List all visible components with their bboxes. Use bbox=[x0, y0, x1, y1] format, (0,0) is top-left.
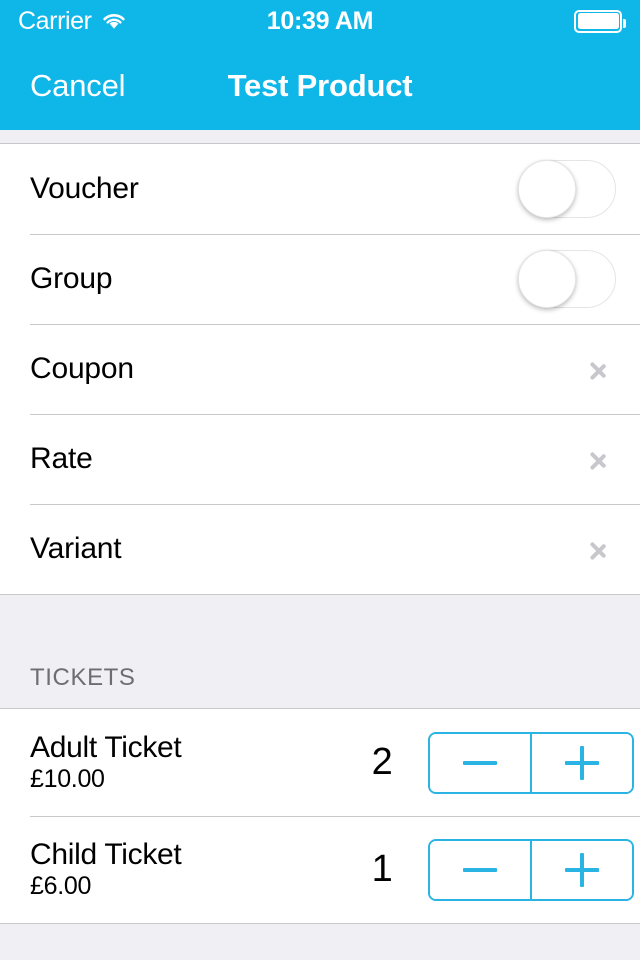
quantity-stepper[interactable] bbox=[428, 731, 634, 794]
decrement-button[interactable] bbox=[430, 840, 530, 899]
row-label-coupon: Coupon bbox=[30, 352, 134, 385]
status-bar-left: Carrier bbox=[18, 6, 127, 35]
ticket-price: £10.00 bbox=[30, 765, 105, 794]
battery-icon bbox=[574, 9, 626, 33]
navigation-bar: Cancel Test Product bbox=[0, 42, 640, 130]
minus-icon bbox=[463, 760, 497, 765]
minus-icon bbox=[463, 867, 497, 872]
ticket-price: £6.00 bbox=[30, 872, 92, 901]
voucher-toggle[interactable] bbox=[518, 160, 616, 218]
row-label-voucher: Voucher bbox=[30, 172, 139, 205]
tickets-section: Adult Ticket £10.00 2 Child Ticket £6.00 bbox=[0, 708, 640, 924]
ticket-title: Adult Ticket bbox=[30, 730, 182, 764]
row-rate[interactable]: Rate bbox=[0, 414, 640, 504]
table-top-spacer bbox=[0, 130, 640, 143]
toggle-knob bbox=[518, 250, 576, 308]
table-row: Adult Ticket £10.00 2 bbox=[0, 709, 640, 816]
app-screen: Carrier 10:39 AM Cancel Test Product Vou… bbox=[0, 0, 640, 960]
settings-table: Voucher Group Coupon Rate Variant TICKET… bbox=[0, 130, 640, 960]
row-variant[interactable]: Variant bbox=[0, 504, 640, 594]
row-group[interactable]: Group bbox=[0, 234, 640, 324]
wifi-icon bbox=[101, 11, 127, 31]
decrement-button[interactable] bbox=[430, 733, 530, 792]
toggle-knob bbox=[518, 160, 576, 218]
battery-fill bbox=[577, 13, 619, 29]
table-bottom-spacer bbox=[0, 924, 640, 960]
tickets-header-label: TICKETS bbox=[30, 664, 136, 691]
table-row: Child Ticket £6.00 1 bbox=[0, 816, 640, 923]
row-label-group: Group bbox=[30, 262, 113, 295]
row-voucher[interactable]: Voucher bbox=[0, 144, 640, 234]
options-section: Voucher Group Coupon Rate Variant bbox=[0, 143, 640, 595]
carrier-label: Carrier bbox=[18, 6, 92, 35]
chevron-right-icon bbox=[588, 442, 608, 476]
row-label-rate: Rate bbox=[30, 442, 93, 475]
increment-button[interactable] bbox=[530, 840, 632, 899]
group-toggle[interactable] bbox=[518, 250, 616, 308]
ticket-title: Child Ticket bbox=[30, 837, 182, 871]
status-bar-right bbox=[574, 9, 626, 33]
tickets-section-header: TICKETS bbox=[0, 595, 640, 708]
chevron-right-icon bbox=[588, 532, 608, 566]
plus-icon bbox=[562, 743, 602, 783]
row-label-variant: Variant bbox=[30, 532, 122, 565]
increment-button[interactable] bbox=[530, 733, 632, 792]
plus-icon bbox=[562, 850, 602, 890]
ticket-info: Child Ticket £6.00 bbox=[30, 837, 358, 901]
ticket-quantity: 1 bbox=[371, 848, 393, 890]
chevron-right-icon bbox=[588, 352, 608, 386]
quantity-stepper[interactable] bbox=[428, 838, 634, 901]
status-bar: Carrier 10:39 AM bbox=[0, 0, 640, 42]
ticket-info: Adult Ticket £10.00 bbox=[30, 730, 358, 794]
row-coupon[interactable]: Coupon bbox=[0, 324, 640, 414]
cancel-button[interactable]: Cancel bbox=[30, 68, 125, 104]
ticket-quantity: 2 bbox=[371, 741, 393, 783]
